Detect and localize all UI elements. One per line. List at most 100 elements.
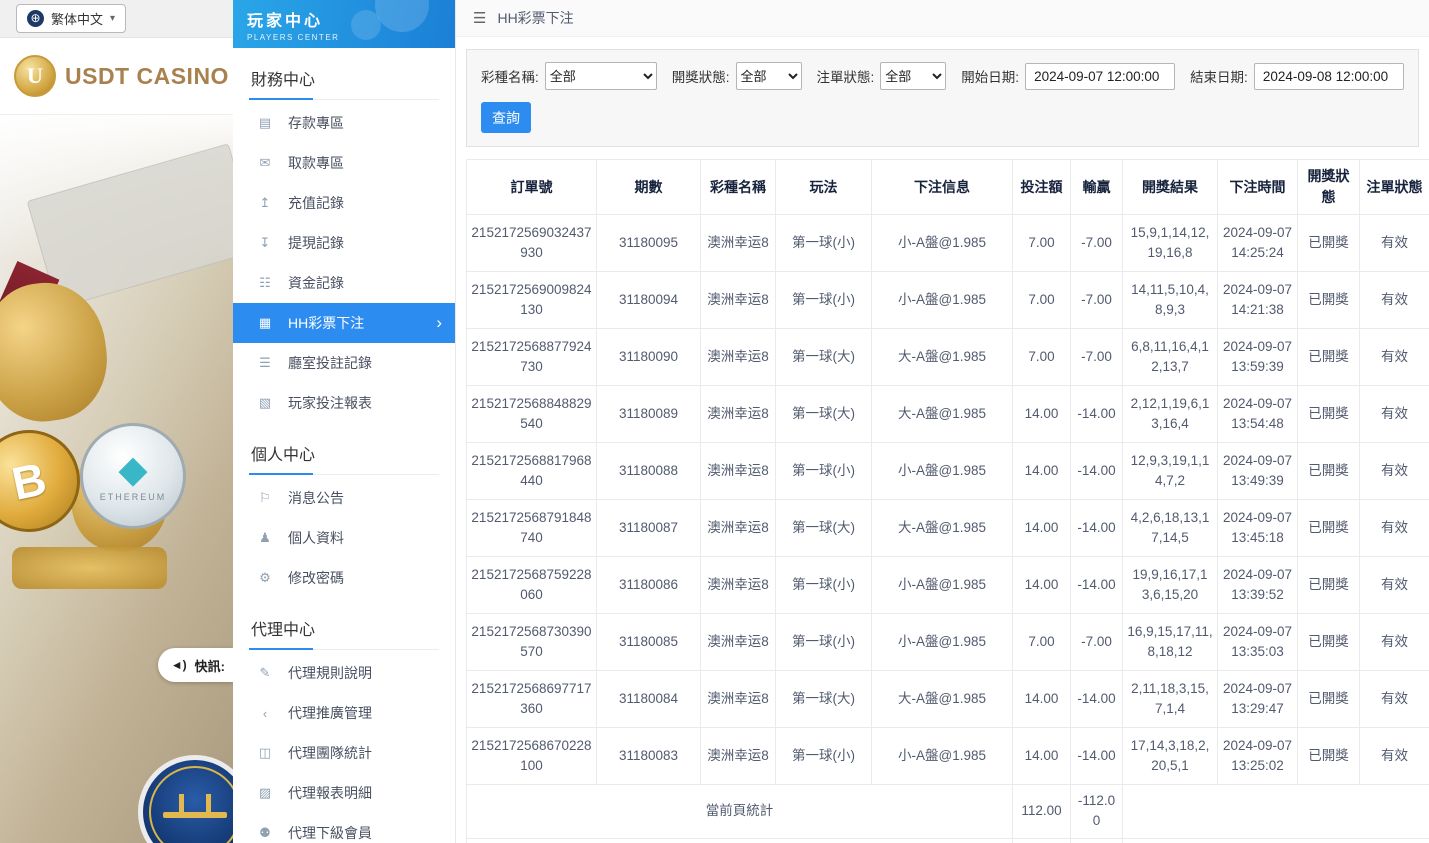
- cell-period: 31180089: [597, 386, 701, 443]
- cell-result: 15,9,1,14,12,19,16,8: [1123, 215, 1218, 272]
- cell-draw-status: 已開獎: [1298, 215, 1360, 272]
- sidebar-subtitle: PLAYERS CENTER: [247, 33, 455, 42]
- col-header-lottery: 彩種名稱: [701, 160, 776, 215]
- cell-lottery: 澳洲幸运8: [701, 272, 776, 329]
- sidebar-item-agent-team-stats[interactable]: ◫ 代理團隊統計: [233, 733, 455, 773]
- sidebar-item-funds-record[interactable]: ☷ 資金記錄: [233, 263, 455, 303]
- col-header-bet-info: 下注信息: [872, 160, 1013, 215]
- cell-time: 2024-09-07 13:29:47: [1218, 671, 1298, 728]
- cell-order-status: 有效: [1360, 215, 1429, 272]
- language-selector[interactable]: ⊕ 繁体中文 ▾: [16, 4, 126, 33]
- cell-play: 第一球(小): [776, 557, 872, 614]
- sidebar-item-label: 修改密碼: [288, 568, 344, 588]
- table-row: 2152172568877924730 31180090 澳洲幸运8 第一球(大…: [467, 329, 1429, 386]
- sidebar-item-agent-members[interactable]: ⚉ 代理下級會員: [233, 813, 455, 843]
- cell-lottery: 澳洲幸运8: [701, 215, 776, 272]
- sidebar-item-profile[interactable]: ♟ 個人資料: [233, 518, 455, 558]
- main-header: ☰ HH彩票下注: [456, 0, 1429, 37]
- cell-amount: 14.00: [1013, 671, 1071, 728]
- filter-order-status: 注單狀態: 全部: [817, 62, 947, 90]
- cell-draw-status: 已開獎: [1298, 500, 1360, 557]
- cell-period: 31180088: [597, 443, 701, 500]
- cell-lottery: 澳洲幸运8: [701, 671, 776, 728]
- sidebar-item-change-password[interactable]: ⚙ 修改密碼: [233, 558, 455, 598]
- lottery-name-select[interactable]: 全部: [545, 62, 657, 90]
- end-date-input[interactable]: [1254, 63, 1404, 90]
- sidebar-item-agent-promotion[interactable]: ‹ 代理推廣管理: [233, 693, 455, 733]
- cell-lottery: 澳洲幸运8: [701, 443, 776, 500]
- cell-result: 14,11,5,10,4,8,9,3: [1123, 272, 1218, 329]
- sidebar-item-label: 代理下級會員: [288, 823, 372, 843]
- cell-time: 2024-09-07 13:59:39: [1218, 329, 1298, 386]
- col-header-amount: 投注額: [1013, 160, 1071, 215]
- sidebar-item-label: 充值記錄: [288, 193, 344, 213]
- query-button[interactable]: 查詢: [481, 102, 531, 133]
- cell-time: 2024-09-07 13:49:39: [1218, 443, 1298, 500]
- sidebar-item-room-bet-record[interactable]: ☰ 廳室投註記錄: [233, 343, 455, 383]
- sidebar-item-label: 取款專區: [288, 153, 344, 173]
- cell-bet-info: 小-A盤@1.985: [872, 557, 1013, 614]
- sidebar-item-withdraw-record[interactable]: ↧ 提現記錄: [233, 223, 455, 263]
- cell-time: 2024-09-07 13:45:18: [1218, 500, 1298, 557]
- cell-winloss: -14.00: [1071, 557, 1123, 614]
- bridge-icon: [163, 812, 227, 818]
- col-header-winloss: 輸贏: [1071, 160, 1123, 215]
- list-icon: ☰: [257, 355, 273, 371]
- news-label: 快訊:: [195, 656, 225, 675]
- start-date-input[interactable]: [1025, 63, 1175, 90]
- page-total-empty: [1123, 785, 1429, 839]
- page-title: HH彩票下注: [497, 8, 573, 28]
- cell-result: 16,9,15,17,11,8,18,12: [1123, 614, 1218, 671]
- sidebar-item-label: 存款專區: [288, 113, 344, 133]
- cell-order-id: 2152172568670228100: [467, 728, 597, 785]
- sidebar-item-announcements[interactable]: ⚐ 消息公告: [233, 478, 455, 518]
- table-row: 2152172568848829540 31180089 澳洲幸运8 第一球(大…: [467, 386, 1429, 443]
- sidebar-item-agent-rules[interactable]: ✎ 代理規則說明: [233, 653, 455, 693]
- table-header-row: 訂單號 期數 彩種名稱 玩法 下注信息 投注額 輸贏 開獎結果 下注時間 開獎狀…: [467, 160, 1429, 215]
- bridge-tower-icon: [206, 794, 211, 818]
- filter-lottery-name: 彩種名稱: 全部: [481, 62, 657, 90]
- sidebar-item-agent-report-detail[interactable]: ▨ 代理報表明細: [233, 773, 455, 813]
- cell-order-status: 有效: [1360, 272, 1429, 329]
- draw-status-select[interactable]: 全部: [736, 62, 802, 90]
- cell-time: 2024-09-07 14:25:24: [1218, 215, 1298, 272]
- cell-result: 6,8,11,16,4,12,13,7: [1123, 329, 1218, 386]
- grand-total-winloss: -203.72: [1071, 838, 1123, 843]
- cell-order-status: 有效: [1360, 443, 1429, 500]
- cell-play: 第一球(大): [776, 386, 872, 443]
- cell-period: 31180083: [597, 728, 701, 785]
- order-status-select[interactable]: 全部: [880, 62, 946, 90]
- app-root: ⊕ 繁体中文 ▾ U USDT CASINO B ◆ ETHEREUM ◄) 快…: [0, 0, 1429, 843]
- cell-bet-info: 大-A盤@1.985: [872, 671, 1013, 728]
- start-date-label: 開始日期:: [961, 66, 1019, 86]
- filter-draw-status: 開獎狀態: 全部: [672, 62, 802, 90]
- cell-period: 31180090: [597, 329, 701, 386]
- globe-icon: ⊕: [27, 10, 44, 27]
- sidebar-title: 玩家中心: [247, 7, 455, 31]
- sidebar-item-recharge-record[interactable]: ↥ 充值記錄: [233, 183, 455, 223]
- menu-toggle-icon[interactable]: ☰: [473, 9, 486, 27]
- sidebar-item-label: 玩家投注報表: [288, 393, 372, 413]
- sidebar-item-deposit[interactable]: ▤ 存款專區: [233, 103, 455, 143]
- cell-play: 第一球(大): [776, 329, 872, 386]
- cell-draw-status: 已開獎: [1298, 557, 1360, 614]
- left-decor-panel: ⊕ 繁体中文 ▾ U USDT CASINO B ◆ ETHEREUM ◄) 快…: [0, 0, 233, 843]
- page-total-row: 當前頁統計 112.00 -112.00: [467, 785, 1429, 839]
- cell-bet-info: 大-A盤@1.985: [872, 329, 1013, 386]
- filter-row: 彩種名稱: 全部 開獎狀態: 全部 注單狀態: 全部: [481, 62, 1404, 90]
- caret-down-icon: ▾: [110, 13, 115, 24]
- recharge-record-icon: ↥: [257, 195, 273, 211]
- sidebar-item-player-report[interactable]: ▧ 玩家投注報表: [233, 383, 455, 423]
- cell-play: 第一球(大): [776, 500, 872, 557]
- cell-order-id: 2152172568817968440: [467, 443, 597, 500]
- decor-money-bag: [0, 275, 115, 429]
- brand-header: U USDT CASINO: [0, 38, 233, 115]
- sidebar-item-withdraw[interactable]: ✉ 取款專區: [233, 143, 455, 183]
- grand-total-empty: [1123, 838, 1429, 843]
- cell-order-id: 2152172568730390570: [467, 614, 597, 671]
- cell-play: 第一球(小): [776, 215, 872, 272]
- grand-total-bet: 301.00: [1013, 838, 1071, 843]
- sidebar-item-lottery-bet[interactable]: ▦ HH彩票下注 ›: [233, 303, 455, 343]
- cell-order-id: 2152172568759228060: [467, 557, 597, 614]
- cell-bet-info: 小-A盤@1.985: [872, 272, 1013, 329]
